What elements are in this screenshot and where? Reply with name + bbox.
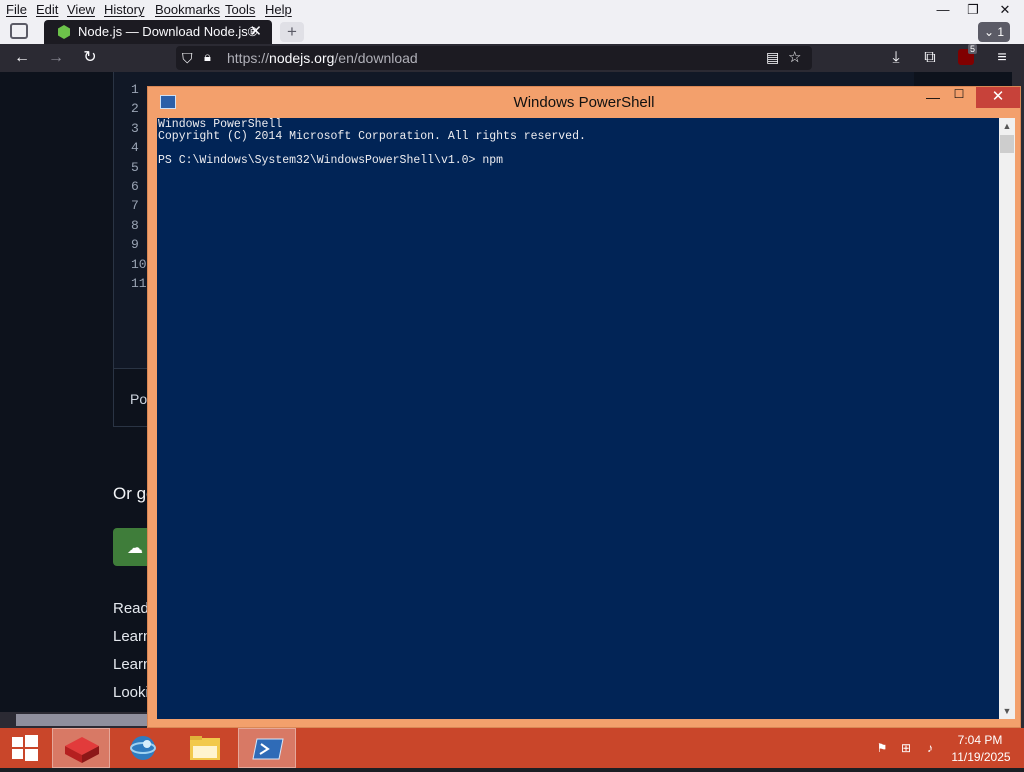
code-line-number: 9 xyxy=(131,237,139,253)
os-selector-label: Po xyxy=(130,391,148,407)
nodejs-favicon-icon xyxy=(58,25,70,39)
menu-history[interactable]: History xyxy=(104,2,144,17)
code-line-number: 5 xyxy=(131,159,139,175)
taskbar-powershell[interactable] xyxy=(238,728,296,768)
back-arrow-icon[interactable]: ← xyxy=(10,48,34,68)
taskbar-browser[interactable] xyxy=(114,728,172,768)
powershell-title: Windows PowerShell xyxy=(513,94,655,111)
code-line-number: 8 xyxy=(131,217,139,233)
chevron-down-icon: ⌄ xyxy=(983,25,998,39)
console-prompt-line: PS C:\Windows\System32\WindowsPowerShell… xyxy=(158,154,504,167)
menu-bar: File Edit View History Bookmarks Tools H… xyxy=(0,0,1024,20)
page-link-learn-2[interactable]: Learn xyxy=(113,656,151,673)
powershell-window: Windows PowerShell — ☐ ✕ Windows PowerSh… xyxy=(147,86,1021,728)
powershell-titlebar[interactable]: Windows PowerShell — ☐ ✕ xyxy=(148,87,1020,117)
scroll-down-arrow-icon[interactable]: ▼ xyxy=(999,703,1015,719)
network-icon[interactable]: ⊞ xyxy=(898,741,914,757)
url-bar[interactable]: ⛉ 🔒︎ https://nodejs.org/en/download ▤ ☆ xyxy=(176,46,812,70)
tab-count: 1 xyxy=(997,25,1005,39)
page-horizontal-scrollbar[interactable] xyxy=(0,712,148,728)
taskbar-file-explorer[interactable] xyxy=(176,728,234,768)
downloads-icon[interactable]: ⤓ xyxy=(884,48,908,68)
menu-bookmarks[interactable]: Bookmarks xyxy=(155,2,220,17)
folder-icon xyxy=(190,736,220,760)
ps-vertical-scrollbar[interactable]: ▲ ▼ xyxy=(999,118,1015,719)
reload-icon[interactable]: ↻ xyxy=(78,48,102,68)
taskbar: ⚑ ⊞ ♪ 7:04 PM 11/19/2025 xyxy=(0,728,1024,768)
browser-window-controls: — ❐ ✕ xyxy=(928,0,1024,20)
start-button[interactable] xyxy=(0,728,48,768)
red-box-icon xyxy=(65,737,99,763)
new-tab-button[interactable]: + xyxy=(280,22,304,42)
code-line-number: 1 xyxy=(131,82,139,97)
url-scheme: https:// xyxy=(227,50,270,66)
flag-notification-icon[interactable]: ⚑ xyxy=(874,741,890,757)
menu-hamburger-icon[interactable]: ≡ xyxy=(990,48,1014,68)
code-line-number: 10 xyxy=(131,256,147,272)
code-line-number: 4 xyxy=(131,140,139,156)
url-host: nodejs.org xyxy=(269,50,335,66)
menu-file[interactable]: File xyxy=(6,2,27,17)
menu-help[interactable]: Help xyxy=(265,2,292,17)
firefox-view-icon[interactable] xyxy=(10,23,28,39)
url-path: /en/download xyxy=(334,50,418,66)
globe-browser-icon xyxy=(130,736,156,760)
reader-view-icon[interactable]: ▤ xyxy=(766,49,779,66)
clock-date[interactable]: 11/19/2025 xyxy=(946,750,1016,764)
volume-muted-icon[interactable]: ♪ xyxy=(922,741,938,757)
page-link-looking[interactable]: Looki xyxy=(113,684,149,701)
scroll-up-arrow-icon[interactable]: ▲ xyxy=(999,118,1015,134)
powershell-taskbar-icon xyxy=(252,738,284,760)
page-link-learn[interactable]: Learn xyxy=(113,628,151,645)
tab-close-icon[interactable]: ✕ xyxy=(249,22,262,40)
extensions-icon[interactable]: ⧉ xyxy=(918,48,942,68)
menu-edit[interactable]: Edit xyxy=(36,2,58,17)
shield-icon[interactable]: ⛉ xyxy=(182,50,193,67)
tab-count-button[interactable]: ⌄ 1 xyxy=(978,22,1010,42)
bookmark-star-icon[interactable]: ☆ xyxy=(788,48,801,66)
code-line-number: 6 xyxy=(131,179,139,194)
menu-tools[interactable]: Tools xyxy=(225,2,255,17)
cloud-download-icon: ☁ xyxy=(127,540,143,557)
code-line-number: 3 xyxy=(131,120,139,136)
ps-scroll-thumb[interactable] xyxy=(1000,135,1014,153)
url-text: https://nodejs.org/en/download xyxy=(227,50,418,66)
extension-badge: 5 xyxy=(968,44,978,54)
page-link-read[interactable]: Read xyxy=(113,600,149,617)
browser-restore-button[interactable]: ❐ xyxy=(958,0,988,20)
console-line: Copyright (C) 2014 Microsoft Corporation… xyxy=(158,130,586,143)
ps-minimize-button[interactable]: — xyxy=(920,89,946,109)
browser-close-button[interactable]: ✕ xyxy=(990,0,1020,20)
code-line-number: 7 xyxy=(131,198,139,214)
ps-maximize-button[interactable]: ☐ xyxy=(946,87,972,107)
windows-logo-icon xyxy=(12,735,38,761)
clock-time[interactable]: 7:04 PM xyxy=(950,733,1010,747)
ps-close-button[interactable]: ✕ xyxy=(976,87,1020,108)
code-line-number: 11 xyxy=(131,276,147,291)
powershell-console[interactable]: Windows PowerShell Copyright (C) 2014 Mi… xyxy=(157,118,999,719)
browser-minimize-button[interactable]: — xyxy=(928,0,958,20)
menu-view[interactable]: View xyxy=(67,2,95,17)
hscroll-thumb[interactable] xyxy=(16,714,148,726)
taskbar-app-red[interactable] xyxy=(52,728,110,768)
tab-title: Node.js — Download Node.js® xyxy=(78,24,258,39)
forward-arrow-icon[interactable]: → xyxy=(44,48,68,68)
code-line-number: 2 xyxy=(131,101,139,117)
lock-icon[interactable]: 🔒︎ xyxy=(204,49,211,65)
tab-nodejs[interactable]: Node.js — Download Node.js® ✕ xyxy=(44,20,272,44)
